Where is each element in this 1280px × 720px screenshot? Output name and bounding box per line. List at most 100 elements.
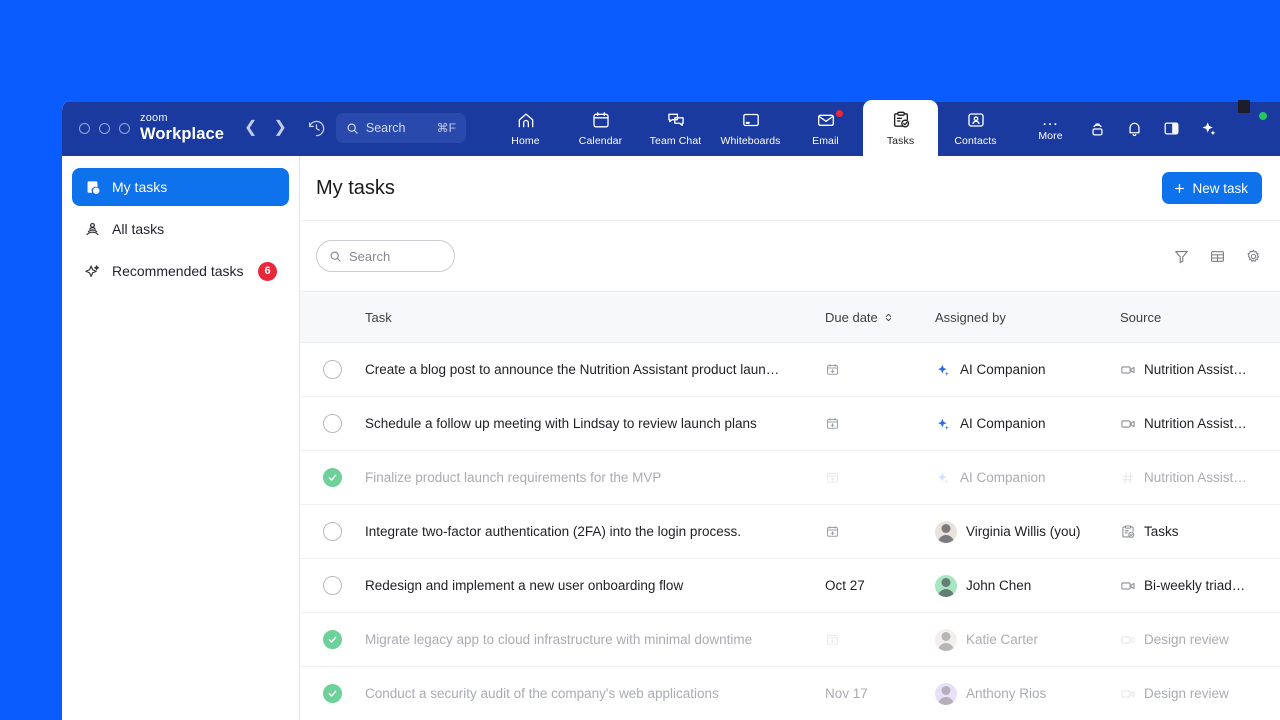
- sparkle-icon: [84, 263, 101, 280]
- column-header-due-date[interactable]: Due date: [825, 310, 935, 325]
- task-due-date[interactable]: [825, 632, 935, 647]
- sidebar-panel-icon[interactable]: [1162, 119, 1181, 138]
- task-due-date[interactable]: [825, 362, 935, 377]
- tab-more[interactable]: … More: [1013, 100, 1088, 156]
- table-row[interactable]: Create a blog post to announce the Nutri…: [300, 343, 1280, 397]
- task-source: Nutrition Assist…: [1120, 470, 1280, 486]
- task-complete-toggle[interactable]: [300, 360, 365, 379]
- task-search-placeholder: Search: [349, 249, 390, 264]
- new-task-button[interactable]: New task: [1162, 172, 1262, 204]
- task-assigned-by: AI Companion: [935, 362, 1120, 378]
- task-title: Integrate two-factor authentication (2FA…: [365, 524, 825, 539]
- window-maximize-button[interactable]: [119, 123, 130, 134]
- assignee-name: John Chen: [966, 578, 1031, 593]
- task-due-date[interactable]: [825, 524, 935, 539]
- tab-tasks[interactable]: Tasks: [863, 100, 938, 156]
- task-assigned-by: John Chen: [935, 575, 1120, 597]
- global-search-placeholder: Search: [366, 121, 430, 135]
- tasks-clipboard-icon: [1120, 524, 1136, 540]
- assignee-name: Anthony Rios: [966, 686, 1046, 701]
- task-due-date[interactable]: Nov 17: [825, 686, 935, 701]
- channel-hash-icon: [1120, 470, 1136, 486]
- tab-label: Home: [511, 135, 539, 147]
- tab-label: Calendar: [579, 135, 622, 147]
- all-tasks-people-icon: [84, 221, 101, 238]
- table-row[interactable]: Redesign and implement a new user onboar…: [300, 559, 1280, 613]
- tab-calendar[interactable]: Calendar: [563, 100, 638, 156]
- chevron-left-icon[interactable]: ❮: [244, 120, 257, 136]
- task-source: Tasks: [1120, 524, 1280, 540]
- gear-icon[interactable]: [1245, 248, 1262, 265]
- search-shortcut: ⌘F: [437, 121, 456, 135]
- tab-whiteboards[interactable]: Whiteboards: [713, 100, 788, 156]
- task-due-date[interactable]: Oct 27: [825, 578, 935, 593]
- global-search-input[interactable]: Search ⌘F: [336, 113, 466, 143]
- table-row[interactable]: Conduct a security audit of the company'…: [300, 667, 1280, 720]
- task-complete-toggle[interactable]: [300, 630, 365, 649]
- task-complete-toggle[interactable]: [300, 684, 365, 703]
- task-source: Nutrition Assist…: [1120, 362, 1280, 378]
- table-row[interactable]: Finalize product launch requirements for…: [300, 451, 1280, 505]
- tab-label: Contacts: [954, 135, 996, 147]
- window-minimize-button[interactable]: [99, 123, 110, 134]
- task-search-input[interactable]: Search: [316, 240, 455, 272]
- user-avatar[interactable]: [1236, 113, 1266, 143]
- app-window: zoom Workplace ❮ ❯: [62, 100, 1280, 720]
- main-area: My tasks All tasks: [62, 156, 1280, 720]
- sidebar-item-label: My tasks: [112, 179, 277, 195]
- sidebar-item-recommended-tasks[interactable]: Recommended tasks 6: [72, 252, 289, 290]
- presence-indicator: [1258, 111, 1268, 121]
- nav-tabs: Home Calendar: [488, 100, 1088, 156]
- table-row[interactable]: Migrate legacy app to cloud infrastructu…: [300, 613, 1280, 667]
- nav-right-actions: [1088, 100, 1280, 156]
- checkmark-icon: [323, 684, 342, 703]
- window-controls[interactable]: [62, 100, 140, 156]
- table-tools: [1173, 248, 1262, 265]
- avatar: [935, 683, 957, 705]
- avatar: [935, 521, 957, 543]
- brand-zoom: zoom: [140, 113, 224, 124]
- task-complete-toggle[interactable]: [300, 576, 365, 595]
- task-assigned-by: AI Companion: [935, 470, 1120, 486]
- task-due-date[interactable]: [825, 416, 935, 431]
- table-row[interactable]: Integrate two-factor authentication (2FA…: [300, 505, 1280, 559]
- tab-email[interactable]: Email: [788, 100, 863, 156]
- columns-icon[interactable]: [1209, 248, 1226, 265]
- tab-contacts[interactable]: Contacts: [938, 100, 1013, 156]
- window-close-button[interactable]: [79, 123, 90, 134]
- task-complete-toggle[interactable]: [300, 468, 365, 487]
- tab-team-chat[interactable]: Team Chat: [638, 100, 713, 156]
- nav-arrows: ❮ ❯: [230, 100, 297, 156]
- desktop-background: zoom Workplace ❮ ❯: [0, 0, 1280, 720]
- source-name: Tasks: [1144, 524, 1179, 539]
- task-source: Design review: [1120, 632, 1280, 648]
- table-row[interactable]: Schedule a follow up meeting with Lindsa…: [300, 397, 1280, 451]
- clock-history-icon[interactable]: [297, 100, 336, 156]
- table-header: Task Due date Assigned by Source: [300, 291, 1280, 343]
- task-due-date[interactable]: [825, 470, 935, 485]
- ai-sparkle-icon[interactable]: [1199, 119, 1218, 138]
- calendar-plus-icon: [825, 470, 840, 485]
- whiteboard-icon: [741, 110, 761, 130]
- content-header: My tasks New task: [300, 156, 1280, 220]
- sidebar-item-all-tasks[interactable]: All tasks: [72, 210, 289, 248]
- bell-icon[interactable]: [1125, 119, 1144, 138]
- calendar-plus-icon: [825, 632, 840, 647]
- task-complete-toggle[interactable]: [300, 414, 365, 433]
- filter-icon[interactable]: [1173, 248, 1190, 265]
- tab-label: More: [1038, 130, 1062, 142]
- assignee-name: AI Companion: [960, 362, 1046, 377]
- screen-share-icon[interactable]: [1088, 119, 1107, 138]
- task-complete-toggle[interactable]: [300, 522, 365, 541]
- source-name: Nutrition Assist…: [1144, 470, 1247, 485]
- tab-home[interactable]: Home: [488, 100, 563, 156]
- meeting-video-icon: [1120, 632, 1136, 648]
- chevron-right-icon[interactable]: ❯: [273, 120, 286, 136]
- tab-label: Team Chat: [650, 135, 702, 147]
- task-assigned-by: Virginia Willis (you): [935, 521, 1120, 543]
- sidebar-item-my-tasks[interactable]: My tasks: [72, 168, 289, 206]
- task-source: Bi-weekly triad…: [1120, 578, 1280, 594]
- calendar-plus-icon: [825, 362, 840, 377]
- sidebar-item-label: Recommended tasks: [112, 263, 247, 279]
- source-name: Nutrition Assist…: [1144, 362, 1247, 377]
